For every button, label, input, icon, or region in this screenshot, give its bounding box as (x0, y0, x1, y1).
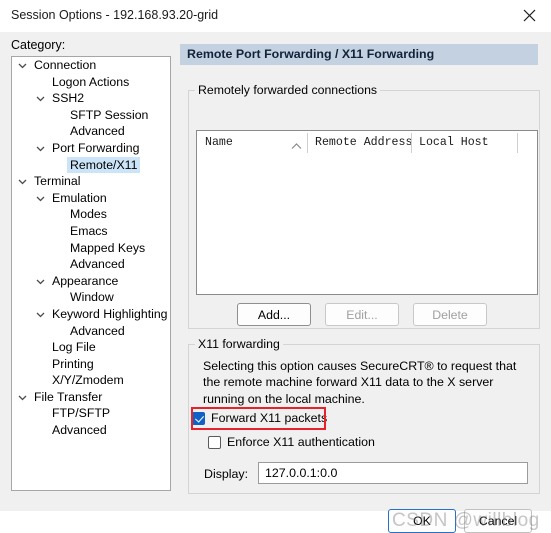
tree-item-label: Remote/X11 (67, 156, 141, 174)
edit-button: Edit... (325, 303, 399, 326)
checkbox-checked-icon (192, 411, 205, 425)
forward-x11-packets-checkbox[interactable]: Forward X11 packets (192, 411, 327, 425)
tree-item-emulation[interactable]: Emulation (12, 190, 170, 207)
tree-item-label: Mapped Keys (70, 240, 146, 255)
forwarded-connections-list[interactable]: Name Remote Address Local Host (196, 130, 538, 295)
tree-item-label: Logon Actions (52, 74, 130, 89)
tree-item-ssh2[interactable]: SSH2 (12, 90, 170, 107)
column-header-name[interactable]: Name (205, 131, 305, 155)
close-icon (523, 9, 536, 22)
tree-item-emacs[interactable]: Emacs (12, 223, 170, 240)
tree-item-advanced[interactable]: Advanced (12, 422, 170, 439)
tree-item-label: Keyword Highlighting (52, 306, 168, 321)
tree-item-terminal[interactable]: Terminal (12, 173, 170, 190)
cancel-button[interactable]: Cancel (464, 509, 532, 533)
tree-item-label: Emacs (70, 223, 108, 238)
list-body[interactable] (197, 156, 537, 293)
column-separator-2 (411, 133, 412, 153)
tree-item-label: File Transfer (34, 389, 103, 404)
tree-item-label: Connection (34, 58, 97, 72)
tree-item-label: Terminal (34, 174, 81, 189)
tree-item-label: Port Forwarding (52, 140, 140, 155)
column-separator-1 (307, 133, 308, 153)
chevron-down-icon[interactable] (34, 90, 47, 107)
tree-item-label: Advanced (70, 257, 125, 272)
column-separator-3 (517, 133, 518, 153)
tree-item-label: FTP/SFTP (52, 406, 111, 421)
window-title: Session Options - 192.168.93.20-grid (11, 8, 219, 22)
tree-item-advanced[interactable]: Advanced (12, 256, 170, 273)
tree-item-label: Window (70, 290, 114, 305)
category-tree[interactable]: Connection Logon Actions SSH2 SFTP Session A… (11, 56, 171, 491)
tree-item-label: Modes (70, 207, 107, 222)
chevron-down-icon[interactable] (34, 190, 47, 207)
tree-item-remote-x11[interactable]: Remote/X11 (12, 156, 170, 174)
checkbox-unchecked-icon (208, 435, 221, 449)
display-label: Display: (204, 467, 249, 481)
tree-item-port-forwarding[interactable]: Port Forwarding (12, 140, 170, 157)
tree-item-printing[interactable]: Printing (12, 356, 170, 373)
delete-button: Delete (413, 303, 487, 326)
sort-ascending-icon (291, 139, 302, 153)
display-input[interactable] (258, 462, 528, 484)
forward-x11-packets-label: Forward X11 packets (211, 411, 328, 425)
chevron-down-icon[interactable] (34, 306, 47, 323)
category-label: Category: (11, 38, 66, 52)
ok-button[interactable]: OK (388, 509, 456, 533)
tree-item-keyword-highlighting[interactable]: Keyword Highlighting (12, 306, 170, 323)
dialog-body: Category: Connection Logon Actions SSH2 SFT… (0, 32, 551, 533)
tree-item-connection[interactable]: Connection (12, 57, 170, 74)
tree-item-modes[interactable]: Modes (12, 206, 170, 223)
tree-item-mapped-keys[interactable]: Mapped Keys (12, 240, 170, 257)
close-button[interactable] (507, 0, 551, 31)
tree-item-label: SSH2 (52, 91, 85, 106)
tree-item-label: SFTP Session (70, 107, 149, 122)
tree-item-window[interactable]: Window (12, 289, 170, 306)
section-header: Remote Port Forwarding / X11 Forwarding (180, 44, 538, 65)
chevron-down-icon[interactable] (34, 273, 47, 290)
tree-item-label: Appearance (52, 273, 119, 288)
tree-item-logon-actions[interactable]: Logon Actions (12, 74, 170, 91)
title-bar: Session Options - 192.168.93.20-grid (0, 0, 551, 33)
column-header-remote-address[interactable]: Remote Address (315, 131, 412, 155)
tree-item-label: Emulation (52, 190, 107, 205)
category-tree-list: Connection Logon Actions SSH2 SFTP Session A… (12, 57, 170, 439)
enforce-x11-auth-label: Enforce X11 authentication (227, 435, 375, 449)
tree-item-label: Advanced (52, 423, 107, 438)
chevron-down-icon[interactable] (34, 140, 47, 157)
tree-item-label: Log File (52, 340, 96, 355)
section-header-title: Remote Port Forwarding / X11 Forwarding (187, 47, 435, 61)
chevron-down-icon[interactable] (16, 57, 29, 74)
tree-item-ftp-sftp[interactable]: FTP/SFTP (12, 405, 170, 422)
add-button[interactable]: Add... (237, 303, 311, 326)
x11-forwarding-legend: X11 forwarding (195, 337, 283, 351)
x11-description: Selecting this option causes SecureCRT® … (203, 359, 517, 406)
forwarded-connections-legend: Remotely forwarded connections (195, 83, 381, 97)
tree-item-label: Advanced (70, 124, 125, 139)
tree-item-label: Advanced (70, 323, 125, 338)
tree-item-appearance[interactable]: Appearance (12, 273, 170, 290)
chevron-down-icon[interactable] (16, 173, 29, 190)
chevron-down-icon[interactable] (16, 389, 29, 406)
tree-item-log-file[interactable]: Log File (12, 339, 170, 356)
tree-item-sftp-session[interactable]: SFTP Session (12, 107, 170, 124)
tree-item-advanced[interactable]: Advanced (12, 123, 170, 140)
settings-pane: Remote Port Forwarding / X11 Forwarding (180, 44, 538, 65)
tree-item-advanced[interactable]: Advanced (12, 323, 170, 340)
tree-item-x-y-zmodem[interactable]: X/Y/Zmodem (12, 372, 170, 389)
column-header-local-host[interactable]: Local Host (419, 131, 511, 155)
tree-item-label: Printing (52, 356, 94, 371)
list-header-row: Name Remote Address Local Host (197, 131, 537, 156)
enforce-x11-auth-checkbox[interactable]: Enforce X11 authentication (208, 435, 375, 449)
tree-item-label: X/Y/Zmodem (52, 373, 124, 388)
tree-item-file-transfer[interactable]: File Transfer (12, 389, 170, 406)
